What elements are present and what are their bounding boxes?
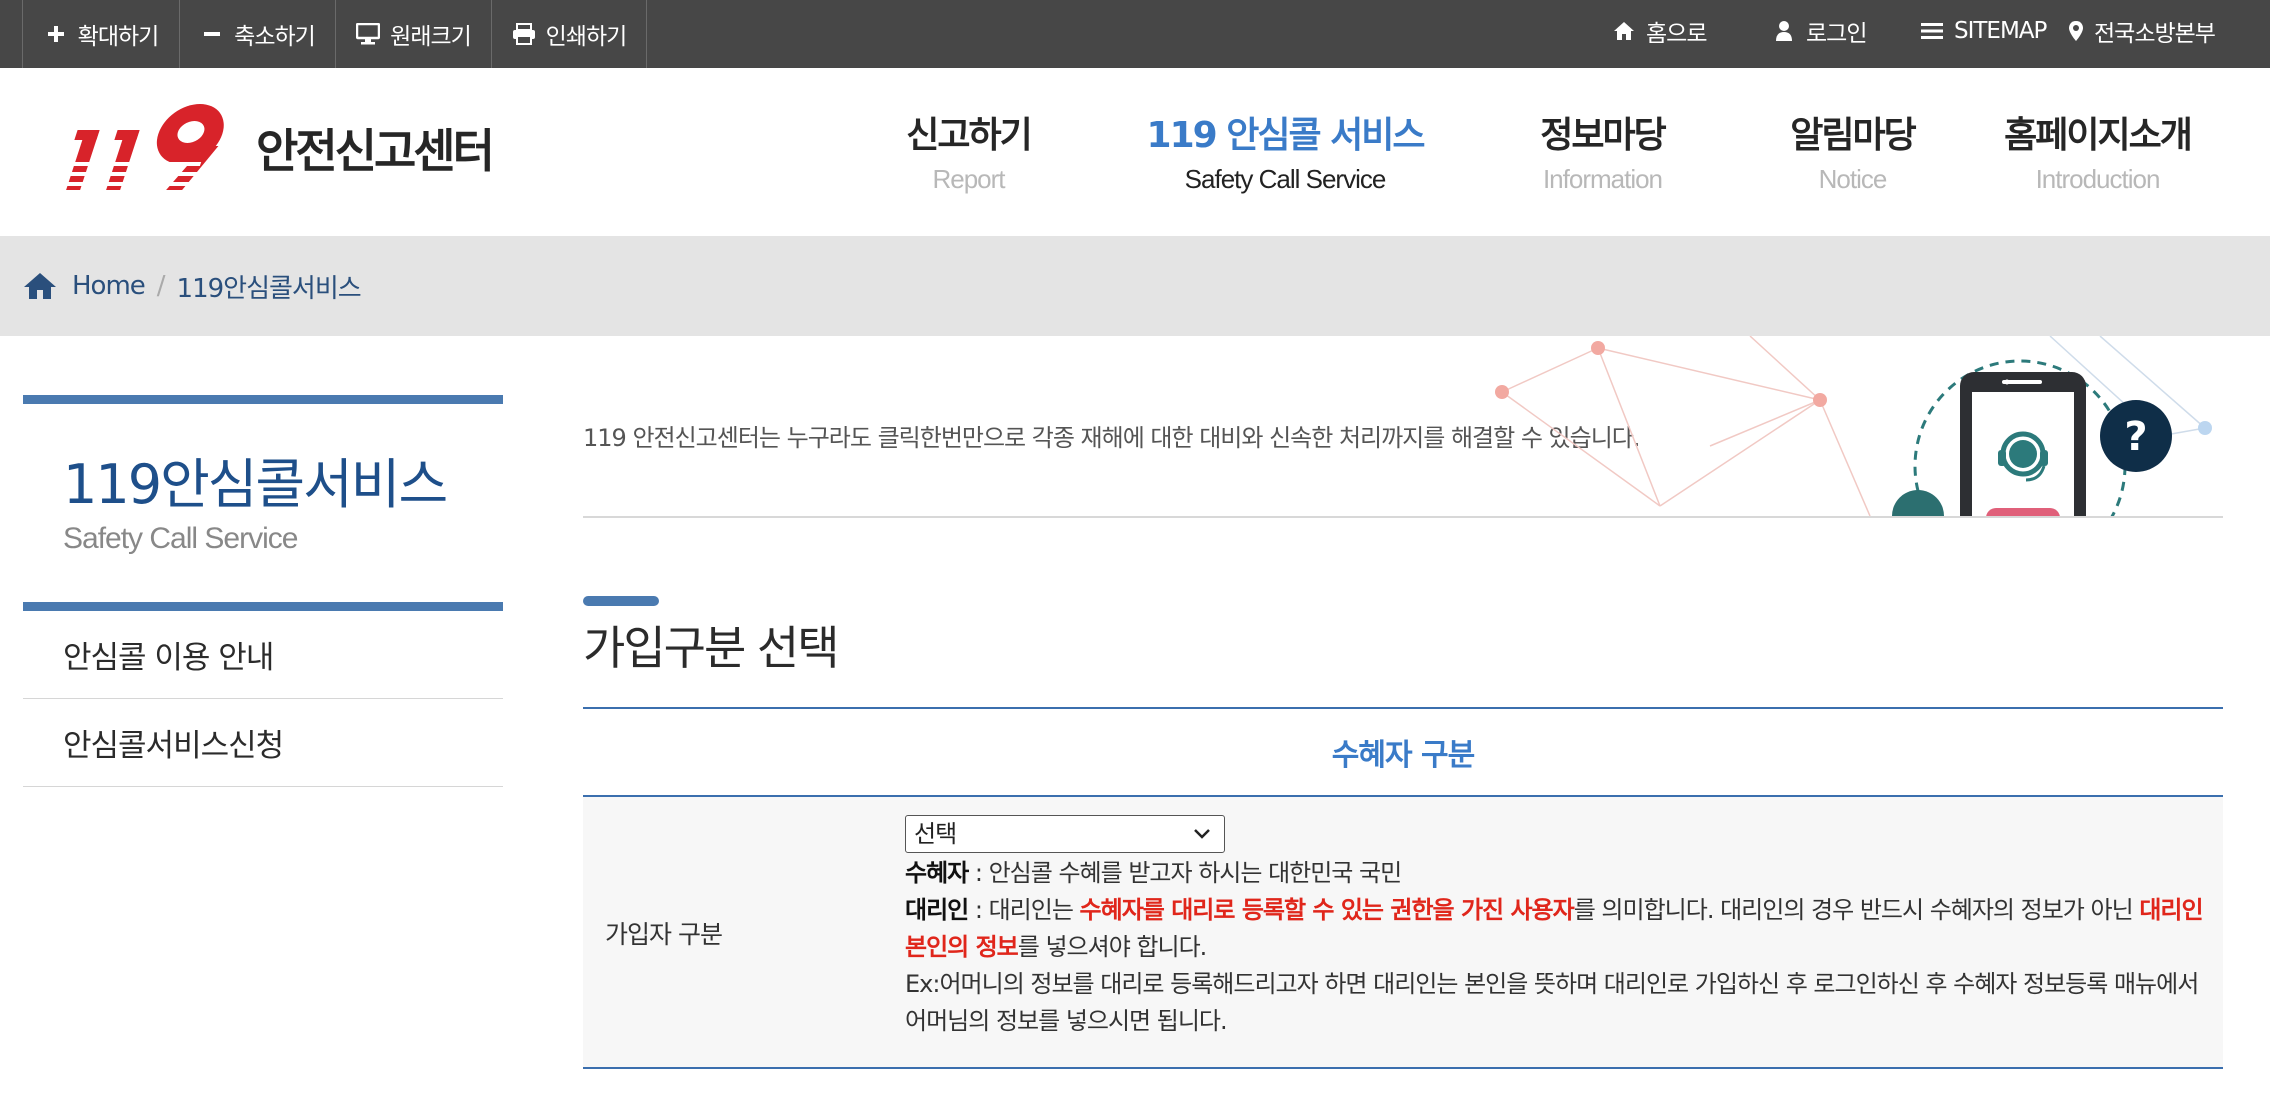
menu-icon (1920, 19, 1944, 43)
breadcrumb-current[interactable]: 119안심콜서비스 (177, 268, 362, 305)
119-logo-mark (52, 104, 224, 190)
home-icon (1612, 19, 1636, 43)
row-label: 가입자 구분 (605, 920, 723, 949)
nav-introduction-ko: 홈페이지소개 (2004, 115, 2193, 156)
hq-link-label: 전국소방본부 (2094, 21, 2216, 47)
nav-information-en: Information (1542, 164, 1663, 194)
nav-information[interactable]: 정보마당 Information (1510, 106, 1695, 195)
home-link-label: 홈으로 (1646, 21, 1707, 47)
nav-notice-en: Notice (1818, 164, 1888, 194)
login-link-label: 로그인 (1806, 21, 1867, 47)
agent-term: 대리인 (905, 896, 969, 924)
agent-text-1: : 대리인는 (968, 896, 1080, 924)
monitor-icon (356, 22, 381, 46)
banner-illustration: ? (1460, 336, 2222, 516)
nav-notice[interactable]: 알림마당 Notice (1760, 106, 1945, 195)
nav-introduction[interactable]: 홈페이지소개 Introduction (1990, 106, 2205, 195)
breadcrumb: Home / 119안심콜서비스 (22, 236, 362, 336)
nav-notice-ko: 알림마당 (1790, 115, 1916, 156)
zoom-out-label: 축소하기 (234, 24, 316, 50)
print-icon (512, 22, 536, 46)
row-content: 선택 수혜자 : 안심콜 수혜를 받고자 하시는 대한민국 국민 대리인 : 대… (905, 815, 2205, 1040)
print-label: 인쇄하기 (545, 24, 628, 50)
minus-icon (200, 22, 224, 46)
utility-bar: 확대하기 축소하기 원래크기 인쇄하기 홈으로 로그인 SITEMAP 전국소방… (0, 0, 2270, 68)
zoom-in-label: 확대하기 (77, 24, 160, 50)
zoom-out-button[interactable]: 축소하기 (179, 0, 335, 68)
intro-divider (583, 516, 2223, 518)
nav-information-ko: 정보마당 (1540, 115, 1666, 156)
agent-text-2: 를 의미합니다. 대리인의 경우 반드시 수혜자의 정보가 아닌 (1573, 896, 2140, 924)
chevron-down-icon (1194, 829, 1210, 839)
sidebar-item-usage-guide[interactable]: 안심콜 이용 안내 (23, 611, 503, 699)
nav-introduction-en: Introduction (2035, 164, 2161, 194)
sidebar-divider-bar (23, 602, 503, 611)
nav-safety-call-en: Safety Call Service (1184, 164, 1387, 194)
signup-type-table: 수혜자 구분 가입자 구분 선택 수혜자 : 안심콜 수혜를 받고자 하시는 대… (583, 707, 2223, 1069)
nav-safety-call-ko: 119 안심콜 서비스 (1146, 115, 1426, 156)
nav-report-ko: 신고하기 (906, 115, 1032, 156)
breadcrumb-separator: / (156, 271, 166, 301)
network-phone-illustration: ? (1495, 336, 2212, 516)
user-icon (1772, 19, 1796, 43)
example-description: Ex:어머니의 정보를 대리로 등록해드리고자 하면 대리인는 본인을 뜻하며 … (905, 970, 2199, 1035)
agent-highlight-1: 수혜자를 대리로 등록할 수 있는 권한을 가진 사용자 (1079, 896, 1575, 924)
sidebar-title: 119안심콜서비스 (63, 453, 448, 516)
beneficiary-description: 수혜자 : 안심콜 수혜를 받고자 하시는 대한민국 국민 (905, 855, 2205, 892)
logo-text: 안전신고센터 (256, 124, 495, 178)
agent-description: 대리인 : 대리인는 수혜자를 대리로 등록할 수 있는 권한을 가진 사용자를… (905, 892, 2205, 966)
sitemap-link[interactable]: SITEMAP (1920, 0, 2047, 62)
table-header: 수혜자 구분 (583, 707, 2223, 797)
beneficiary-text: : 안심콜 수혜를 받고자 하시는 대한민국 국민 (968, 859, 1402, 887)
nav-safety-call[interactable]: 119 안심콜 서비스 Safety Call Service (1140, 106, 1430, 195)
agent-text-3: 를 넣으셔야 합니다. (1017, 933, 1208, 961)
sidebar-menu: 안심콜 이용 안내 안심콜서비스신청 (23, 611, 503, 787)
login-link[interactable]: 로그인 (1772, 0, 1867, 62)
plus-icon (44, 22, 68, 46)
section-accent-bar (583, 596, 659, 606)
home-icon (24, 273, 56, 299)
select-value: 선택 (914, 819, 957, 848)
site-header: 안전신고센터 신고하기 Report 119 안심콜 서비스 Safety Ca… (0, 68, 2270, 236)
hq-link[interactable]: 전국소방본부 (2064, 0, 2216, 62)
table-row: 가입자 구분 선택 수혜자 : 안심콜 수혜를 받고자 하시는 대한민국 국민 … (583, 797, 2223, 1069)
sidebar-subtitle: Safety Call Service (63, 522, 298, 555)
sitemap-link-label: SITEMAP (1954, 18, 2047, 44)
print-button[interactable]: 인쇄하기 (491, 0, 647, 68)
zoom-in-button[interactable]: 확대하기 (22, 0, 179, 68)
sidebar-top-bar (23, 395, 503, 404)
site-logo[interactable]: 안전신고센터 (52, 98, 495, 198)
map-marker-icon (2064, 19, 2088, 43)
original-size-label: 원래크기 (390, 24, 472, 50)
nav-report[interactable]: 신고하기 Report (876, 106, 1061, 195)
home-link[interactable]: 홈으로 (1612, 0, 1707, 62)
signup-type-select[interactable]: 선택 (905, 815, 1225, 853)
sidebar-item-service-apply[interactable]: 안심콜서비스신청 (23, 699, 503, 787)
beneficiary-term: 수혜자 (905, 859, 969, 887)
nav-report-en: Report (932, 164, 1005, 194)
original-size-button[interactable]: 원래크기 (335, 0, 491, 68)
breadcrumb-home[interactable]: Home (72, 271, 146, 301)
svg-text:?: ? (2124, 414, 2147, 460)
section-title: 가입구분 선택 (583, 621, 840, 675)
breadcrumb-bar: Home / 119안심콜서비스 (0, 236, 2270, 336)
